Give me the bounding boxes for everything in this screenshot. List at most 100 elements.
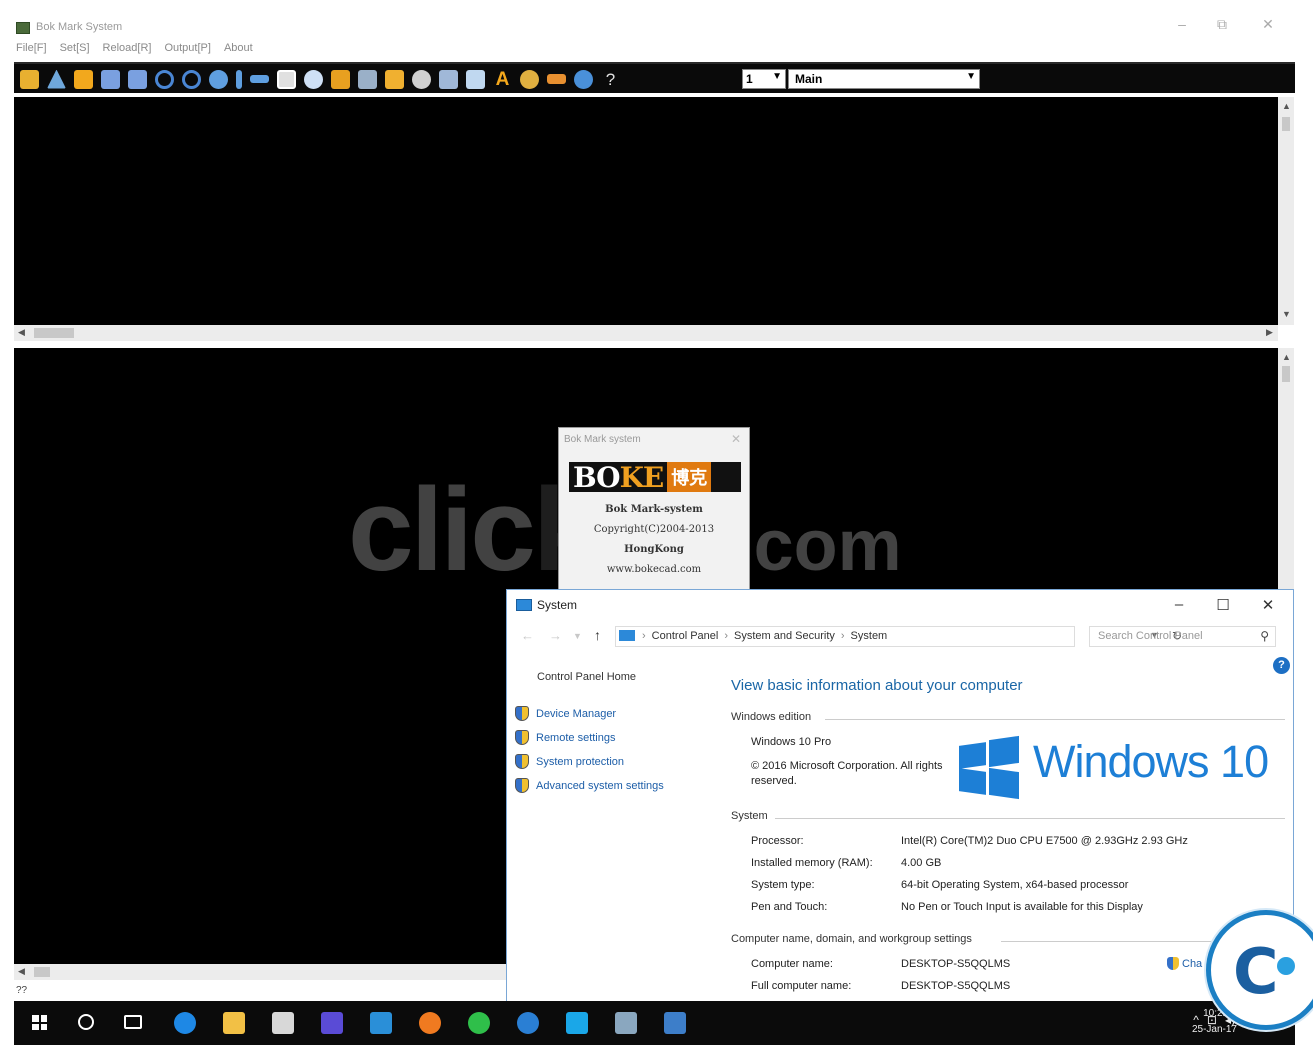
hand-tool-icon[interactable]: [466, 69, 485, 89]
address-row: ← → ▼ ↑ › Control Panel › System and Sec…: [507, 624, 1293, 650]
help-icon[interactable]: ?: [1273, 657, 1290, 674]
skype-icon[interactable]: [566, 1012, 588, 1034]
whatsapp-icon[interactable]: [468, 1012, 490, 1034]
processor-value: Intel(R) Core(TM)2 Duo CPU E7500 @ 2.93G…: [901, 835, 1188, 847]
menu-about[interactable]: About: [224, 42, 253, 58]
scroll-left-icon[interactable]: ◀: [18, 327, 25, 338]
scroll-down-icon[interactable]: ▼: [1282, 309, 1291, 319]
vertical-measure-icon[interactable]: [236, 69, 242, 89]
store-icon[interactable]: [272, 1012, 294, 1034]
select-tool-icon[interactable]: [277, 69, 296, 89]
scroll-up-icon[interactable]: ▲: [1282, 101, 1291, 111]
grid-tool-icon[interactable]: [304, 69, 323, 89]
system-type-label: System type:: [751, 879, 815, 891]
chevron-down-icon: ▼: [772, 71, 782, 82]
title-bar: Bok Mark System – ⧉ ✕: [0, 0, 1313, 40]
pen-touch-value: No Pen or Touch Input is available for t…: [901, 901, 1143, 913]
breadcrumb-control-panel[interactable]: Control Panel: [652, 630, 719, 642]
zoom-icon[interactable]: [209, 69, 228, 89]
top-horizontal-scrollbar[interactable]: ◀ ▶: [14, 325, 1278, 341]
chart-tool-icon[interactable]: [358, 69, 377, 89]
ruler-tool-icon[interactable]: [385, 69, 404, 89]
device-manager-label: Device Manager: [536, 707, 617, 720]
save-icon[interactable]: [101, 69, 120, 89]
palette-tool-icon[interactable]: [520, 69, 539, 89]
help-tool-icon[interactable]: ?: [601, 70, 620, 89]
advanced-settings-link[interactable]: Advanced system settings: [515, 778, 664, 793]
browser-icon[interactable]: [517, 1012, 539, 1034]
device-manager-link[interactable]: Device Manager: [515, 706, 616, 721]
system-protection-link[interactable]: System protection: [515, 754, 624, 769]
scroll-right-icon[interactable]: ▶: [1266, 327, 1273, 338]
control-panel-icon: [619, 630, 635, 641]
view-select[interactable]: Main ▼: [788, 69, 980, 89]
taskbar: ^ ⊡ ◂) 10:21 A 25-Jan-17: [14, 1001, 1295, 1045]
page-select[interactable]: 1 ▼: [742, 69, 786, 89]
close-button[interactable]: ✕: [1256, 596, 1280, 614]
layer-tool-icon[interactable]: [439, 69, 458, 89]
bottom-horizontal-scrollbar[interactable]: ◀: [14, 964, 506, 980]
divider: [775, 818, 1285, 819]
scroll-up-icon[interactable]: ▲: [1282, 352, 1291, 362]
restore-button[interactable]: ⧉: [1212, 16, 1232, 33]
minimize-button[interactable]: –: [1167, 596, 1191, 613]
scroll-thumb[interactable]: [34, 328, 74, 338]
remote-settings-link[interactable]: Remote settings: [515, 730, 615, 745]
users-tool-icon[interactable]: [20, 69, 39, 89]
system-section-title: System: [731, 810, 768, 822]
breadcrumb: › Control Panel › System and Security › …: [642, 630, 887, 642]
undo-icon[interactable]: [155, 69, 174, 89]
search-input[interactable]: Search Control Panel ⚲: [1089, 626, 1276, 647]
badge-dot: [1277, 957, 1295, 975]
control-panel-home-link[interactable]: Control Panel Home: [537, 671, 636, 683]
menu-reload[interactable]: Reload[R]: [103, 42, 152, 58]
file-explorer-icon[interactable]: [223, 1012, 245, 1034]
maximize-button[interactable]: ☐: [1211, 596, 1235, 614]
back-icon[interactable]: ←: [521, 628, 534, 643]
text-tool-icon[interactable]: A: [493, 70, 512, 89]
close-button[interactable]: ✕: [1258, 16, 1278, 33]
firefox-icon[interactable]: [419, 1012, 441, 1034]
scroll-left-icon[interactable]: ◀: [18, 966, 25, 977]
menu-bar: File[F] Set[S] Reload[R] Output[P] About: [16, 42, 253, 58]
shape-tool-icon[interactable]: [47, 69, 66, 89]
computer-icon: [516, 599, 532, 611]
picture-tool-icon[interactable]: [331, 69, 350, 89]
menu-output[interactable]: Output[P]: [164, 42, 210, 58]
scroll-thumb[interactable]: [34, 967, 50, 977]
top-vertical-scrollbar[interactable]: ▲ ▼: [1278, 97, 1294, 325]
edge-icon[interactable]: [174, 1012, 196, 1034]
menu-file[interactable]: File[F]: [16, 42, 47, 58]
globe-tool-icon[interactable]: [574, 69, 593, 89]
boke-app-taskbar-icon[interactable]: [664, 1012, 686, 1034]
cortana-icon[interactable]: [78, 1014, 94, 1030]
teamviewer-icon[interactable]: [370, 1012, 392, 1034]
minimize-button[interactable]: –: [1172, 16, 1192, 32]
task-view-icon[interactable]: [124, 1015, 142, 1029]
top-canvas[interactable]: [14, 97, 1278, 325]
scroll-thumb[interactable]: [1282, 117, 1290, 131]
chevron-down-icon[interactable]: ▼: [573, 631, 582, 641]
control-panel-taskbar-icon[interactable]: [615, 1012, 637, 1034]
book-icon[interactable]: [128, 69, 147, 89]
badge-letter: C: [1233, 935, 1279, 1008]
search-icon[interactable]: ⚲: [1260, 629, 1269, 643]
splash-url: www.bokecad.com: [606, 564, 702, 575]
menu-set[interactable]: Set[S]: [60, 42, 90, 58]
up-icon[interactable]: ↑: [594, 627, 601, 643]
change-settings-link[interactable]: Cha: [1167, 957, 1202, 970]
folder-open-icon[interactable]: [74, 69, 93, 89]
download-app-icon[interactable]: [321, 1012, 343, 1034]
scroll-thumb[interactable]: [1282, 366, 1290, 382]
windows-start-icon[interactable]: [32, 1015, 47, 1030]
close-icon[interactable]: ✕: [731, 432, 741, 446]
breadcrumb-system[interactable]: System: [851, 630, 888, 642]
breadcrumb-system-security[interactable]: System and Security: [734, 630, 835, 642]
address-bar[interactable]: › Control Panel › System and Security › …: [615, 626, 1182, 647]
redo-icon[interactable]: [182, 69, 201, 89]
sml-tool-icon[interactable]: [547, 74, 566, 84]
horizontal-measure-icon[interactable]: [250, 75, 269, 83]
forward-icon[interactable]: →: [549, 628, 562, 643]
status-bar: ??: [14, 985, 506, 1001]
pin-tool-icon[interactable]: [412, 69, 431, 89]
